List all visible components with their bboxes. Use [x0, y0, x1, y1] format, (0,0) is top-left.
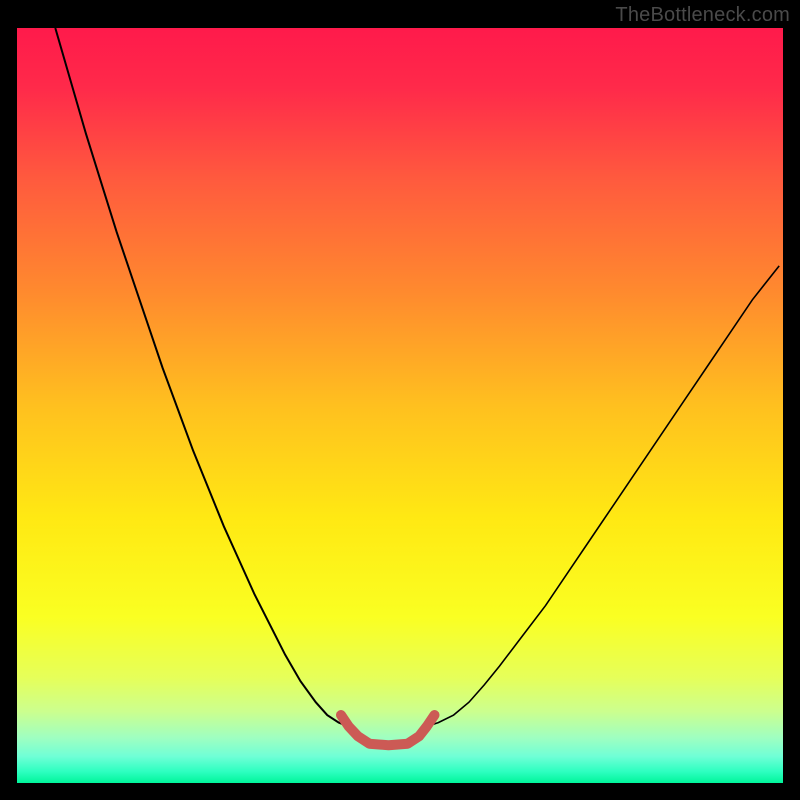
watermark-text: TheBottleneck.com: [615, 4, 790, 27]
bottleneck-chart: [17, 28, 783, 783]
plot-area: [17, 28, 783, 783]
gradient-background: [17, 28, 783, 783]
chart-frame: TheBottleneck.com: [0, 0, 800, 800]
